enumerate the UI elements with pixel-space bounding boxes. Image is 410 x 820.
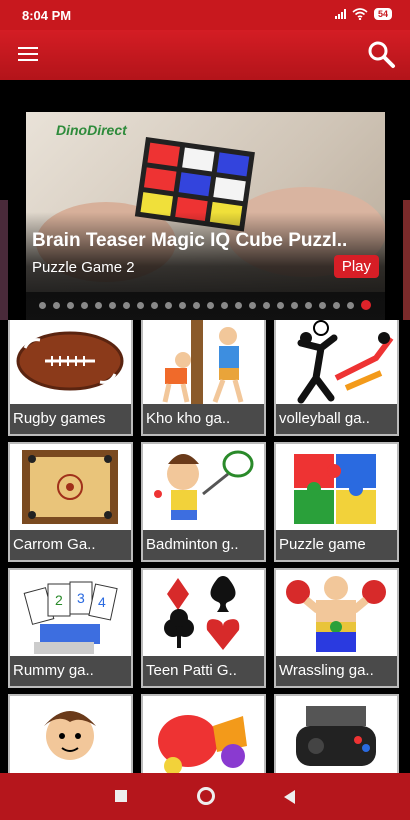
system-nav-bar xyxy=(0,773,410,820)
games-grid: Rugby games Kho kho ga.. volleyball ga.. Ca… xyxy=(0,320,410,773)
carousel-dot[interactable] xyxy=(305,301,312,309)
game-tile[interactable]: volleyball ga.. xyxy=(274,320,399,436)
svg-text:3: 3 xyxy=(77,590,85,606)
recent-apps-icon[interactable] xyxy=(115,790,127,802)
game-tile-label: Rummy ga.. xyxy=(10,656,131,686)
rugby-ball-icon xyxy=(16,331,124,391)
carousel-dot[interactable] xyxy=(165,301,172,309)
carousel-dot[interactable] xyxy=(151,301,158,309)
game-tile[interactable] xyxy=(274,694,399,773)
carousel-dot[interactable] xyxy=(179,301,186,309)
rummy-cards-icon: 234 xyxy=(23,581,118,654)
search-icon[interactable] xyxy=(366,39,396,69)
game-tile-label: Kho kho ga.. xyxy=(143,404,264,434)
carousel-dot[interactable] xyxy=(53,301,60,309)
game-tile[interactable]: 2 3 4 Rummy ga.. xyxy=(8,568,133,688)
play-button[interactable]: Play xyxy=(333,255,379,278)
carousel-dot[interactable] xyxy=(263,301,270,309)
carousel-dot[interactable] xyxy=(291,301,298,309)
carousel-dot[interactable] xyxy=(109,301,116,309)
featured-game-title: Brain Teaser Magic IQ Cube Puzzl.. xyxy=(32,230,348,251)
game-tile[interactable]: Wrassling ga.. xyxy=(274,568,399,688)
carousel-dot[interactable] xyxy=(123,301,130,309)
carousel-dot[interactable] xyxy=(235,301,242,309)
game-tile-label: Badminton g.. xyxy=(143,530,264,560)
game-tile-label: Wrassling ga.. xyxy=(276,656,397,686)
battery-icon: 54 xyxy=(373,8,392,20)
carousel-dot[interactable] xyxy=(249,301,256,309)
home-icon[interactable] xyxy=(197,787,215,805)
wifi-icon xyxy=(352,8,368,20)
carousel-dot[interactable] xyxy=(137,301,144,309)
carousel-dot[interactable] xyxy=(361,300,371,310)
carousel-dot[interactable] xyxy=(333,301,340,309)
candy-icon xyxy=(158,715,247,773)
svg-text:4: 4 xyxy=(98,594,106,610)
carousel-indicators xyxy=(0,298,410,312)
carousel-dot[interactable] xyxy=(81,301,88,309)
volleyball-icon xyxy=(297,320,394,404)
game-tile[interactable]: Teen Patti G.. xyxy=(141,568,266,688)
game-tile[interactable]: Carrom Ga.. xyxy=(8,442,133,562)
game-tile[interactable]: Badminton g.. xyxy=(141,442,266,562)
kho-kho-icon xyxy=(162,320,244,404)
signal-icon xyxy=(334,9,346,19)
status-time: 8:04 PM xyxy=(22,8,72,23)
puzzle-icon xyxy=(294,454,376,524)
featured-carousel[interactable]: DinoDirect Brain Teaser Magic IQ Cube Pu… xyxy=(0,80,410,367)
wrestler-icon xyxy=(286,576,386,652)
game-tile[interactable]: Rugby games xyxy=(8,320,133,436)
app-bar xyxy=(0,30,410,80)
brand-logo: DinoDirect xyxy=(56,122,127,138)
hamburger-menu-icon[interactable] xyxy=(18,43,42,67)
game-tile[interactable]: Puzzle game xyxy=(274,442,399,562)
game-tile[interactable] xyxy=(8,694,133,773)
badminton-icon xyxy=(154,450,254,520)
cartoon-boy-icon xyxy=(44,711,96,760)
carousel-dot[interactable] xyxy=(193,301,200,309)
game-tile-label: Teen Patti G.. xyxy=(143,656,264,686)
game-tile-label: Puzzle game xyxy=(276,530,397,560)
svg-text:2: 2 xyxy=(55,592,63,608)
carousel-dot[interactable] xyxy=(67,301,74,309)
status-icons: 54 xyxy=(334,8,392,20)
game-tile-label: Rugby games xyxy=(10,404,131,434)
carousel-dot[interactable] xyxy=(319,301,326,309)
carousel-dot[interactable] xyxy=(95,301,102,309)
status-bar: 8:04 PM 54 xyxy=(0,0,410,30)
game-tile[interactable]: Kho kho ga.. xyxy=(141,320,266,436)
game-tile[interactable] xyxy=(141,694,266,773)
game-tile-label: Carrom Ga.. xyxy=(10,530,131,560)
carousel-dot[interactable] xyxy=(207,301,214,309)
game-tile-label: volleyball ga.. xyxy=(276,404,397,434)
back-icon[interactable] xyxy=(284,790,295,804)
carousel-dot[interactable] xyxy=(39,301,46,309)
gamepad-icon xyxy=(296,706,376,766)
featured-game-subtitle: Puzzle Game 2 xyxy=(32,259,135,276)
carrom-board-icon xyxy=(22,450,118,524)
carousel-dot[interactable] xyxy=(221,301,228,309)
carousel-dot[interactable] xyxy=(347,301,354,309)
carousel-dot[interactable] xyxy=(277,301,284,309)
card-suits-icon xyxy=(164,576,240,650)
